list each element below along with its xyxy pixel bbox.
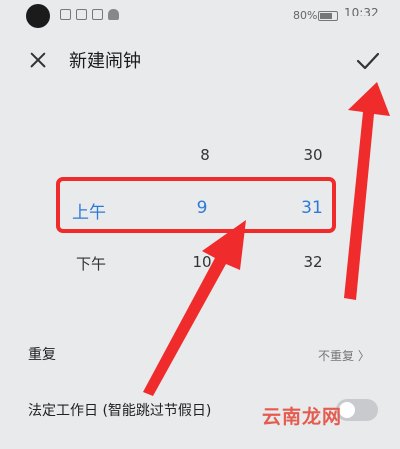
arrow-to-confirm-icon (344, 82, 390, 300)
watermark-text: 云南龙网 (262, 406, 343, 428)
arrow-to-picker-icon (143, 220, 246, 396)
repeat-value[interactable]: 不重复 〉 (318, 347, 370, 364)
annotation-arrows (143, 82, 390, 396)
holiday-label: 法定工作日 (智能跳过节假日) (28, 403, 212, 419)
holiday-toggle[interactable] (336, 399, 378, 421)
repeat-label: 重复 (28, 347, 56, 363)
